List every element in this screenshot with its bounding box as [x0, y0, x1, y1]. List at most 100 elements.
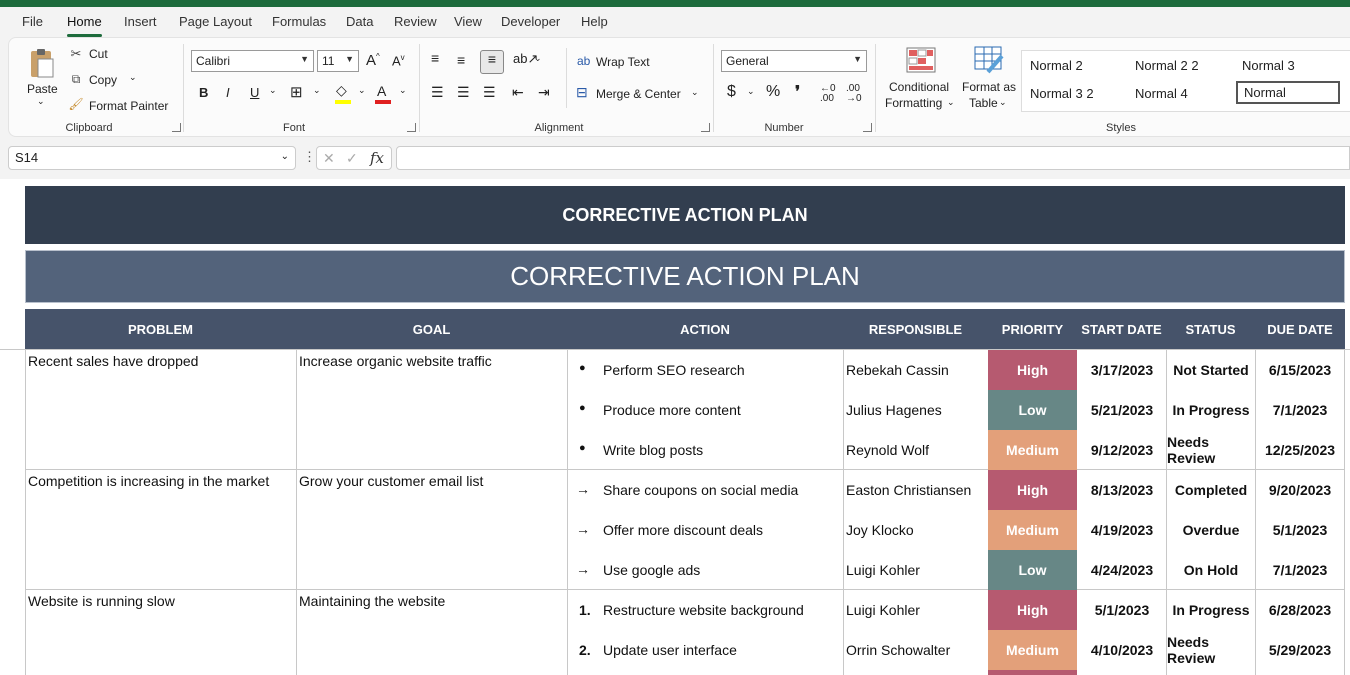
currency-icon[interactable]: $ [727, 83, 736, 101]
responsible-cell[interactable]: Luigi Kohler [846, 562, 920, 578]
font-color-dropdown-icon[interactable]: ⌄ [399, 85, 407, 96]
action-cell[interactable]: Restructure website background [603, 602, 804, 618]
decrease-font-icon[interactable]: Av [392, 53, 405, 68]
decrease-decimal-icon[interactable]: .00 →0 [846, 84, 862, 104]
clipboard-launcher-icon[interactable]: x [172, 123, 181, 132]
status-cell[interactable]: Not Started [1167, 350, 1255, 390]
conditional-formatting-label-1[interactable]: Conditional [889, 80, 949, 94]
problem-cell[interactable]: Competition is increasing in the market [28, 473, 269, 489]
action-cell[interactable]: Use google ads [603, 562, 700, 578]
header-action[interactable]: ACTION [567, 309, 843, 349]
due-date-cell[interactable]: 9/20/2023 [1256, 470, 1344, 510]
style-normal-4[interactable]: Normal 4 [1135, 86, 1188, 101]
enter-icon[interactable]: ✓ [346, 150, 358, 167]
font-family-select[interactable]: Calibri ▼ [191, 50, 314, 72]
start-date-cell[interactable]: 4/10/2023 [1078, 630, 1166, 670]
start-date-cell[interactable]: 5/21/2023 [1078, 390, 1166, 430]
start-date-cell[interactable]: 8/13/2023 [1078, 470, 1166, 510]
due-date-cell[interactable]: 5/1/2023 [1256, 510, 1344, 550]
more-options-icon[interactable]: ⋮ [303, 149, 316, 165]
style-normal-3[interactable]: Normal 3 [1242, 58, 1295, 73]
copy-dropdown-icon[interactable]: ⌄ [129, 72, 137, 83]
cancel-icon[interactable]: ✕ [323, 150, 335, 167]
font-launcher-icon[interactable]: x [407, 123, 416, 132]
due-date-cell[interactable]: 7/1/2023 [1256, 390, 1344, 430]
insert-function-icon[interactable]: fx [370, 149, 384, 167]
wrap-text-icon[interactable]: ab [577, 54, 590, 68]
action-cell[interactable]: Produce more content [603, 402, 741, 418]
responsible-cell[interactable]: Rebekah Cassin [846, 362, 949, 378]
start-date-cell[interactable]: 5/1/2023 [1078, 590, 1166, 630]
status-cell[interactable]: In Progress [1167, 590, 1255, 630]
copy-icon[interactable]: ⧉ [69, 71, 83, 87]
problem-cell[interactable]: Recent sales have dropped [28, 353, 198, 369]
action-cell[interactable]: Write blog posts [603, 442, 703, 458]
goal-cell[interactable]: Maintaining the website [299, 593, 445, 609]
align-top-icon[interactable]: ≡ [431, 50, 439, 66]
action-cell[interactable]: Offer more discount deals [603, 522, 763, 538]
tab-home[interactable]: Home [67, 14, 102, 37]
status-cell[interactable]: On Hold [1167, 550, 1255, 590]
style-normal[interactable]: Normal [1236, 81, 1340, 104]
merge-dropdown-icon[interactable]: ⌄ [691, 87, 699, 98]
status-cell[interactable]: Needs Review [1167, 430, 1255, 470]
paste-dropdown-icon[interactable]: ⌄ [37, 96, 45, 107]
font-size-select[interactable]: 11 ▼ [317, 50, 359, 72]
currency-dropdown-icon[interactable]: ⌄ [747, 86, 755, 97]
paste-button[interactable]: Paste [27, 82, 58, 96]
fill-color-icon[interactable]: ◇ [336, 82, 347, 99]
due-date-cell[interactable]: 7/1/2023 [1256, 550, 1344, 590]
responsible-cell[interactable]: Orrin Schowalter [846, 642, 950, 658]
responsible-cell[interactable]: Easton Christiansen [846, 482, 971, 498]
header-due-date[interactable]: DUE DATE [1255, 309, 1345, 349]
conditional-formatting-label-2[interactable]: Formatting [885, 96, 942, 110]
orientation-dropdown-icon[interactable]: ⌄ [534, 53, 542, 64]
borders-dropdown-icon[interactable]: ⌄ [313, 85, 321, 96]
decrease-indent-icon[interactable]: ⇤ [512, 84, 524, 101]
align-right-icon[interactable]: ☰ [483, 84, 496, 101]
style-normal-2[interactable]: Normal 2 [1030, 58, 1083, 73]
style-normal-2-2[interactable]: Normal 2 2 [1135, 58, 1199, 73]
tab-file[interactable]: File [22, 14, 43, 29]
align-center-icon[interactable]: ☰ [457, 84, 470, 101]
underline-icon[interactable]: U [250, 85, 259, 100]
name-box[interactable]: S14 ⌄ [8, 146, 296, 170]
copy-button[interactable]: Copy [89, 73, 117, 87]
conditional-dropdown-icon[interactable]: ⌄ [947, 97, 955, 108]
cut-button[interactable]: Cut [89, 47, 108, 61]
alignment-launcher-icon[interactable]: x [701, 123, 710, 132]
header-start-date[interactable]: START DATE [1077, 309, 1166, 349]
increase-font-icon[interactable]: A^ [366, 52, 380, 69]
priority-cell[interactable]: Medium [988, 510, 1077, 550]
borders-icon[interactable]: ⊞ [290, 83, 303, 101]
bold-icon[interactable]: B [199, 85, 208, 100]
priority-cell[interactable]: High [988, 590, 1077, 630]
wrap-text-button[interactable]: Wrap Text [596, 55, 650, 69]
priority-cell[interactable]: Low [988, 390, 1077, 430]
sheet-title[interactable]: CORRECTIVE ACTION PLAN [25, 186, 1345, 244]
align-bottom-icon[interactable]: ≡ [480, 50, 504, 74]
action-cell[interactable]: Perform SEO research [603, 362, 745, 378]
priority-cell[interactable]: Medium [988, 430, 1077, 470]
formula-input[interactable] [396, 146, 1350, 170]
priority-cell[interactable]: Medium [988, 630, 1077, 670]
tab-data[interactable]: Data [346, 14, 373, 29]
format-as-table-icon[interactable] [973, 46, 1005, 74]
format-table-dropdown-icon[interactable]: ⌄ [999, 97, 1007, 108]
increase-decimal-icon[interactable]: ←0.00 [820, 84, 836, 104]
responsible-cell[interactable]: Julius Hagenes [846, 402, 942, 418]
comma-style-icon[interactable]: ❜ [795, 82, 800, 102]
style-normal-3-2[interactable]: Normal 3 2 [1030, 86, 1094, 101]
format-painter-button[interactable]: Format Painter [89, 99, 168, 113]
header-goal[interactable]: GOAL [296, 309, 567, 349]
tab-insert[interactable]: Insert [124, 14, 157, 29]
status-cell[interactable]: In Progress [1167, 390, 1255, 430]
increase-indent-icon[interactable]: ⇥ [538, 84, 550, 101]
conditional-formatting-icon[interactable] [905, 46, 937, 74]
start-date-cell[interactable]: 4/24/2023 [1078, 550, 1166, 590]
status-cell[interactable]: Completed [1167, 470, 1255, 510]
paste-icon[interactable] [27, 46, 57, 80]
align-middle-icon[interactable]: ≡ [457, 52, 465, 68]
tab-help[interactable]: Help [581, 14, 608, 29]
header-responsible[interactable]: RESPONSIBLE [843, 309, 988, 349]
